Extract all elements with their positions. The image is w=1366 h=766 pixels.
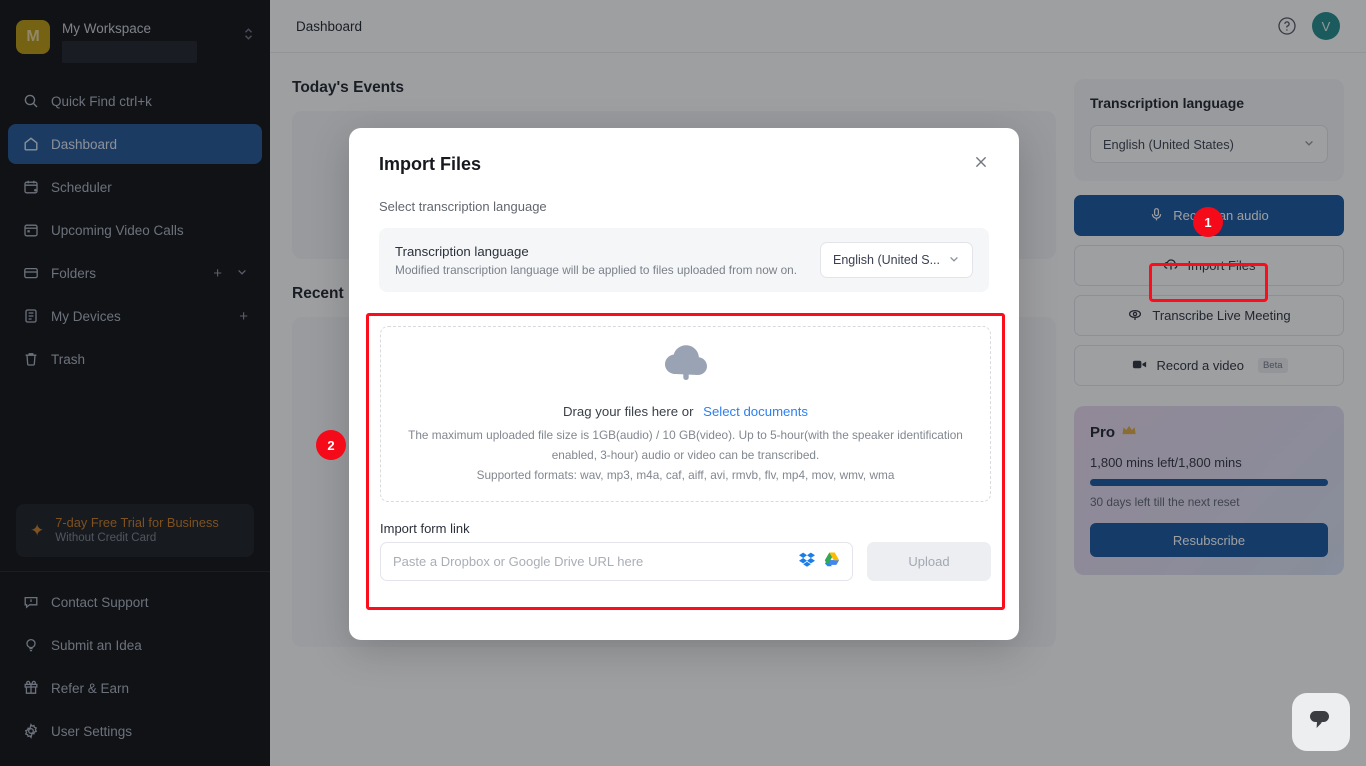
import-form-link-row: Upload bbox=[380, 542, 991, 581]
dropzone-formats-note: Supported formats: wav, mp3, m4a, caf, a… bbox=[476, 468, 895, 482]
dropzone-size-note: The maximum uploaded file size is 1GB(au… bbox=[408, 428, 963, 462]
dropzone-drag-text: Drag your files here or bbox=[563, 404, 694, 419]
app-root: M My Workspace Quick Find ctrl+k Dashboa… bbox=[0, 0, 1366, 766]
modal-language-select[interactable]: English (United S... bbox=[820, 242, 973, 278]
dropzone-drag-line: Drag your files here or Select documents bbox=[563, 404, 808, 419]
annotation-marker-1: 1 bbox=[1193, 207, 1223, 237]
url-input[interactable] bbox=[393, 554, 799, 569]
modal-header: Import Files bbox=[379, 154, 989, 175]
annotation-marker-2: 2 bbox=[316, 430, 346, 460]
chat-widget-button[interactable] bbox=[1292, 693, 1350, 751]
chat-bubble-icon bbox=[1308, 708, 1334, 737]
chevron-down-icon bbox=[948, 253, 960, 268]
url-input-wrapper[interactable] bbox=[380, 542, 853, 581]
google-drive-icon[interactable] bbox=[824, 551, 840, 572]
file-dropzone[interactable]: Drag your files here or Select documents… bbox=[380, 326, 991, 502]
close-icon[interactable] bbox=[973, 154, 989, 174]
import-files-highlight bbox=[1149, 263, 1268, 302]
select-documents-link[interactable]: Select documents bbox=[703, 404, 808, 419]
modal-language-texts: Transcription language Modified transcri… bbox=[395, 244, 797, 277]
modal-language-description: Modified transcription language will be … bbox=[395, 262, 797, 277]
modal-language-label: Transcription language bbox=[395, 243, 529, 259]
url-service-icons bbox=[799, 551, 840, 572]
import-files-modal: Import Files Select transcription langua… bbox=[349, 128, 1019, 640]
modal-language-value: English (United S... bbox=[833, 253, 940, 267]
cloud-upload-icon bbox=[663, 343, 709, 386]
modal-title: Import Files bbox=[379, 154, 482, 174]
dropbox-icon[interactable] bbox=[799, 551, 815, 572]
import-form-link-label: Import form link bbox=[380, 521, 470, 536]
modal-language-row: Transcription language Modified transcri… bbox=[379, 228, 989, 292]
modal-subtitle: Select transcription language bbox=[379, 199, 547, 214]
upload-button[interactable]: Upload bbox=[867, 542, 991, 581]
